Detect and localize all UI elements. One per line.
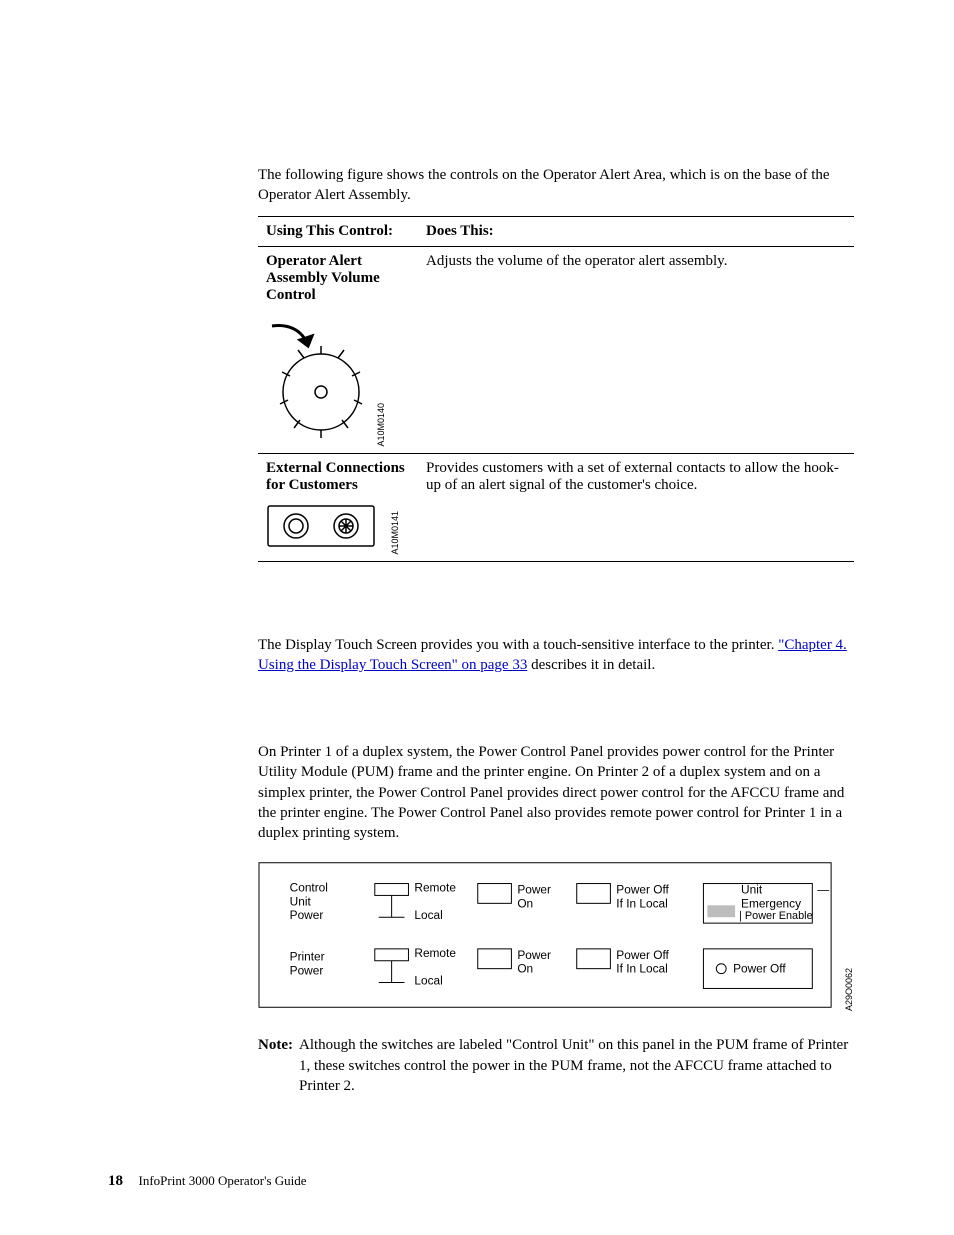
label-status-unit: Unit	[741, 883, 763, 897]
label-printer-power: Power	[290, 964, 324, 978]
divider-line: —	[817, 883, 829, 897]
display-touchscreen-paragraph: The Display Touch Screen provides you wi…	[258, 635, 854, 676]
intro-paragraph: The following figure shows the controls …	[258, 165, 854, 206]
label-unit: Unit	[290, 895, 312, 909]
th-using-this-control: Using This Control:	[258, 216, 418, 246]
note-label: Note:	[258, 1035, 299, 1096]
power-control-paragraph: On Printer 1 of a duplex system, the Pow…	[258, 742, 854, 843]
power-control-panel-diagram: Control Unit Power Printer Power Remote …	[258, 861, 854, 1011]
footer-title: InfoPrint 3000 Operator's Guide	[139, 1173, 307, 1188]
label-power: Power	[290, 908, 324, 922]
touchscreen-text-pre: The Display Touch Screen provides you wi…	[258, 637, 778, 653]
controls-table: Using This Control: Does This: Operator …	[258, 216, 854, 562]
label-power-off-2b: If In Local	[616, 962, 667, 976]
label-local-2: Local	[414, 974, 442, 988]
touchscreen-text-post: describes it in detail.	[527, 657, 655, 673]
label-remote-2: Remote	[414, 946, 456, 960]
row-desc-operator-alert-volume: Adjusts the volume of the operator alert…	[418, 246, 854, 453]
label-power-on-1b: On	[517, 897, 533, 911]
volume-knob-icon	[266, 322, 376, 447]
label-power-on-2a: Power	[517, 948, 551, 962]
label-led-power-off: Power Off	[733, 962, 786, 976]
figure-ref-label: A29O0062	[844, 968, 854, 1011]
row-name-operator-alert-volume: Operator Alert Assembly Volume Control	[266, 253, 410, 304]
label-led-power-enable: | Power Enable	[739, 910, 813, 922]
label-remote-1: Remote	[414, 881, 456, 895]
figure-ref-label: A10M0141	[390, 511, 400, 555]
label-local-1: Local	[414, 908, 442, 922]
row-desc-external-connections: Provides customers with a set of externa…	[418, 453, 854, 561]
external-connections-icon	[266, 504, 386, 555]
label-power-off-1b: If In Local	[616, 897, 667, 911]
figure-ref-label: A10M0140	[376, 403, 386, 447]
label-power-on-2b: On	[517, 962, 533, 976]
label-status-emergency: Emergency	[741, 897, 801, 911]
label-power-off-2a: Power Off	[616, 948, 669, 962]
th-does-this: Does This:	[418, 216, 854, 246]
label-power-off-1a: Power Off	[616, 883, 669, 897]
label-printer: Printer	[290, 950, 325, 964]
label-control: Control	[290, 881, 328, 895]
note-block: Note: Although the switches are labeled …	[258, 1035, 854, 1096]
page-footer: 18 InfoPrint 3000 Operator's Guide	[108, 1173, 307, 1190]
table-row: External Connections for Customers	[258, 453, 854, 561]
note-body: Although the switches are labeled "Contr…	[299, 1035, 854, 1096]
page: The following figure shows the controls …	[0, 0, 954, 1235]
row-name-external-connections: External Connections for Customers	[266, 460, 410, 494]
table-row: Operator Alert Assembly Volume Control	[258, 246, 854, 453]
label-power-on-1a: Power	[517, 883, 551, 897]
page-number: 18	[108, 1173, 123, 1189]
